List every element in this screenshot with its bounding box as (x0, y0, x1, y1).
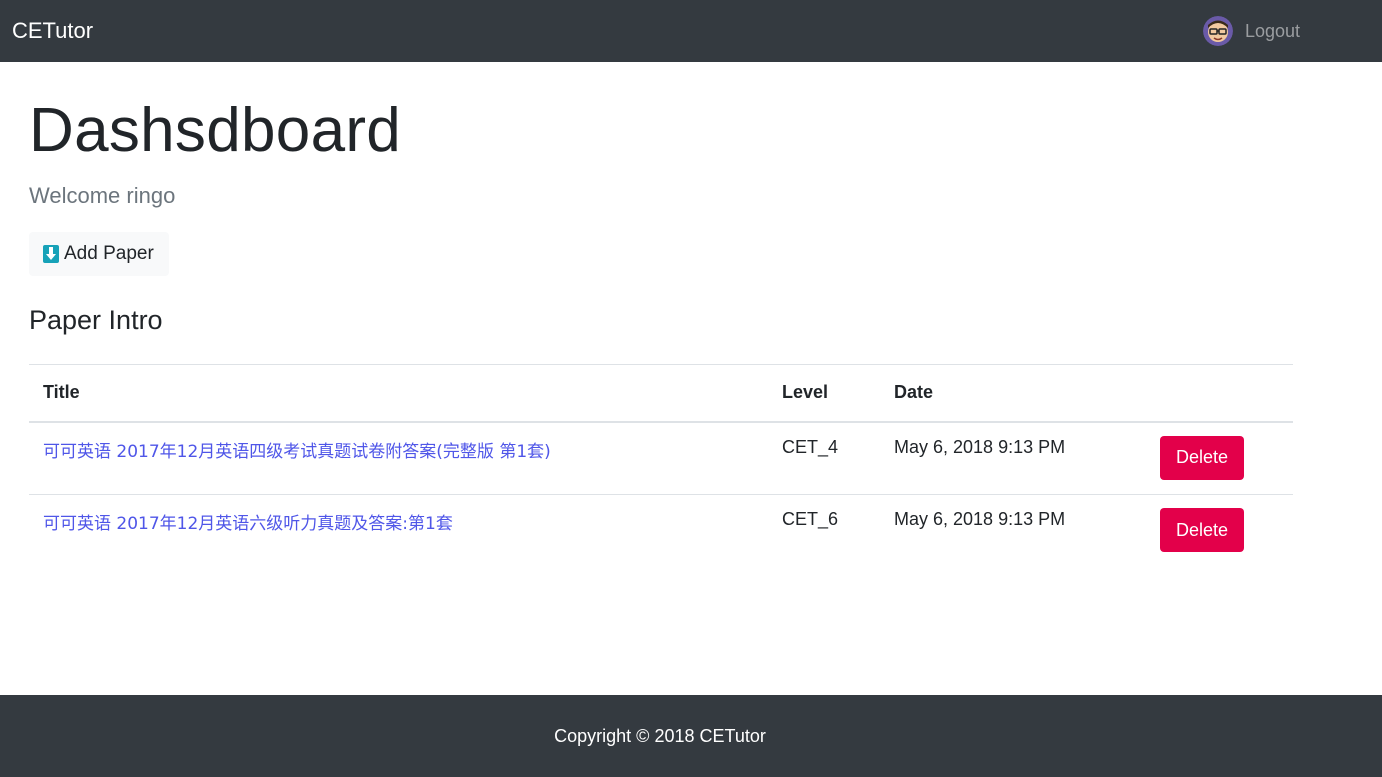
logout-link[interactable]: Logout (1245, 21, 1300, 42)
add-paper-button[interactable]: Add Paper (29, 232, 169, 276)
column-header-level: Level (768, 364, 880, 423)
paper-title-link[interactable]: 可可英语 2017年12月英语四级考试真题试卷附答案(完整版 第1套) (43, 442, 551, 462)
main-content: Dashsdboard Welcome ringo Add Paper Pape… (29, 62, 1293, 568)
cell-title: 可可英语 2017年12月英语六级听力真题及答案:第1套 (29, 494, 768, 568)
brand-logo[interactable]: CETutor (12, 18, 93, 44)
user-avatar-icon[interactable] (1202, 16, 1233, 46)
table-header-row: Title Level Date (29, 364, 1293, 423)
paper-title-link[interactable]: 可可英语 2017年12月英语六级听力真题及答案:第1套 (43, 514, 453, 534)
table-row: 可可英语 2017年12月英语四级考试真题试卷附答案(完整版 第1套) CET_… (29, 422, 1293, 495)
delete-button[interactable]: Delete (1160, 508, 1244, 552)
table-body: 可可英语 2017年12月英语四级考试真题试卷附答案(完整版 第1套) CET_… (29, 422, 1293, 568)
copyright-text: Copyright © 2018 CETutor (554, 725, 766, 746)
footer: Copyright © 2018 CETutor (0, 695, 1382, 777)
page-title: Dashsdboard (29, 96, 402, 165)
column-header-title: Title (29, 364, 768, 423)
section-title: Paper Intro (29, 305, 163, 335)
cell-actions: Delete (1146, 494, 1293, 568)
column-header-date: Date (880, 364, 1146, 423)
papers-table: Title Level Date 可可英语 2017年12月英语四级考试真题试卷… (29, 364, 1293, 568)
cell-date: May 6, 2018 9:13 PM (880, 494, 1146, 568)
nav-user-area: Logout (1202, 16, 1300, 46)
cell-date: May 6, 2018 9:13 PM (894, 436, 1066, 457)
table-row: 可可英语 2017年12月英语六级听力真题及答案:第1套 CET_6 May 6… (29, 494, 1293, 568)
cell-title: 可可英语 2017年12月英语四级考试真题试卷附答案(完整版 第1套) (29, 422, 768, 495)
cell-level: CET_6 (768, 494, 880, 568)
column-header-actions (1146, 364, 1293, 423)
add-paper-label: Add Paper (64, 243, 154, 264)
cell-level: CET_4 (782, 436, 839, 457)
document-download-icon (43, 245, 59, 263)
navbar: CETutor Logout (0, 0, 1382, 62)
cell-actions: Delete (1146, 422, 1293, 495)
table-header: Title Level Date (29, 364, 1293, 423)
welcome-text: Welcome ringo (29, 183, 176, 208)
delete-button[interactable]: Delete (1160, 435, 1244, 480)
